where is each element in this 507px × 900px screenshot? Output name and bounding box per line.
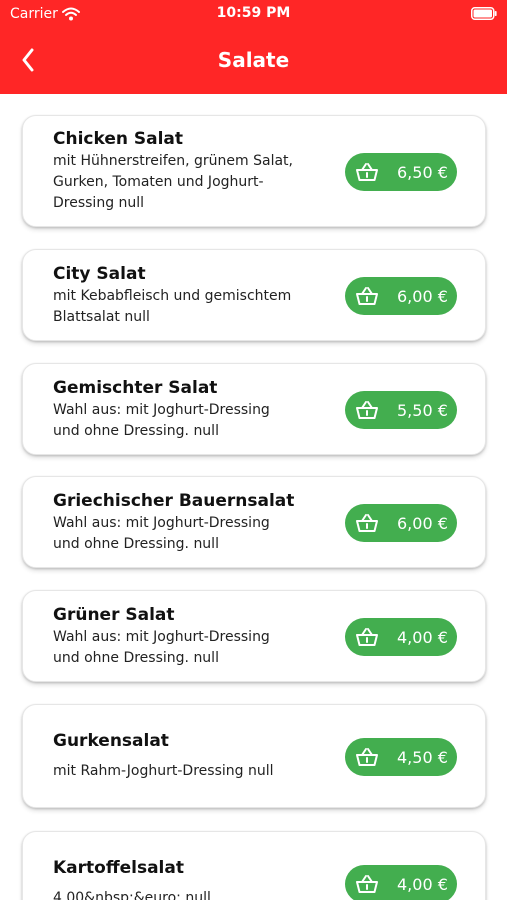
item-price: 5,50 € <box>397 400 448 420</box>
item-price: 6,00 € <box>397 286 448 306</box>
add-to-cart-button[interactable]: 6,50 € <box>345 153 457 191</box>
basket-icon <box>356 401 378 419</box>
add-to-cart-button[interactable]: 4,00 € <box>345 865 457 900</box>
description-line: 4,00&nbsp;&euro; null <box>53 890 211 900</box>
basket-icon <box>356 514 378 532</box>
basket-icon <box>356 748 378 766</box>
item-price: 6,00 € <box>397 513 448 533</box>
status-bar: Carrier 10:59 PM <box>0 0 507 30</box>
item-name: Kartoffelsalat <box>53 858 184 878</box>
item-price: 4,50 € <box>397 747 448 767</box>
item-description: Wahl aus: mit Joghurt-Dressing und ohne … <box>53 627 338 669</box>
add-to-cart-button[interactable]: 5,50 € <box>345 391 457 429</box>
add-to-cart-button[interactable]: 4,00 € <box>345 618 457 656</box>
header: Carrier 10:59 PM Salate <box>0 0 507 94</box>
item-description: mit Kebabfleisch und gemischtem Blattsal… <box>53 286 338 328</box>
description-line: mit Kebabfleisch und gemischtem <box>53 287 292 304</box>
item-name: Gurkensalat <box>53 731 169 751</box>
item-name: Griechischer Bauernsalat <box>53 490 295 511</box>
add-to-cart-button[interactable]: 4,50 € <box>345 738 457 776</box>
item-name: Gemischter Salat <box>53 377 218 398</box>
menu-item-card[interactable]: Gurkensalat mit Rahm-Joghurt-Dressing nu… <box>22 704 486 808</box>
menu-item-text: Kartoffelsalat 4,00&nbsp;&euro; null <box>53 832 338 900</box>
description-line: mit Rahm-Joghurt-Dressing null <box>53 763 274 779</box>
add-to-cart-button[interactable]: 6,00 € <box>345 277 457 315</box>
basket-icon <box>356 628 378 646</box>
description-line: Dressing null <box>53 195 145 211</box>
description-line: Gurken, Tomaten und Joghurt- <box>53 174 264 190</box>
page-title: Salate <box>217 48 290 72</box>
item-price: 4,00 € <box>397 627 448 647</box>
item-name: Chicken Salat <box>53 129 184 149</box>
app-screen: Carrier 10:59 PM Salate Chicken Salat mi… <box>0 0 507 900</box>
menu-item-text: Gurkensalat mit Rahm-Joghurt-Dressing nu… <box>53 705 338 807</box>
description-line: und ohne Dressing. null <box>53 649 219 666</box>
description-line: und ohne Dressing. null <box>53 422 219 439</box>
menu-item-card[interactable]: Chicken Salat mit Hühnerstreifen, grünem… <box>22 115 486 227</box>
item-price: 6,50 € <box>397 162 448 182</box>
menu-item-card[interactable]: City Salat mit Kebabfleisch und gemischt… <box>22 249 486 341</box>
description-line: Wahl aus: mit Joghurt-Dressing <box>53 401 270 418</box>
menu-item-text: Griechischer Bauernsalat Wahl aus: mit J… <box>53 477 338 567</box>
menu-item-card[interactable]: Gemischter Salat Wahl aus: mit Joghurt-D… <box>22 363 486 455</box>
add-to-cart-button[interactable]: 6,00 € <box>345 504 457 542</box>
item-description: 4,00&nbsp;&euro; null <box>53 888 338 900</box>
battery-icon <box>471 7 497 20</box>
menu-item-card[interactable]: Kartoffelsalat 4,00&nbsp;&euro; null 4,0… <box>22 831 486 900</box>
item-description: mit Hühnerstreifen, grünem Salat, Gurken… <box>53 151 338 214</box>
item-name: City Salat <box>53 263 146 284</box>
basket-icon <box>356 163 378 181</box>
description-line: mit Hühnerstreifen, grünem Salat, <box>53 153 293 169</box>
item-description: Wahl aus: mit Joghurt-Dressing und ohne … <box>53 513 338 555</box>
item-name: Grüner Salat <box>53 604 175 625</box>
description-line: Blattsalat null <box>53 308 150 325</box>
item-description: Wahl aus: mit Joghurt-Dressing und ohne … <box>53 400 338 442</box>
salad-list: Chicken Salat mit Hühnerstreifen, grünem… <box>0 94 507 900</box>
basket-icon <box>356 875 378 893</box>
menu-item-text: City Salat mit Kebabfleisch und gemischt… <box>53 250 338 340</box>
basket-icon <box>356 287 378 305</box>
menu-item-card[interactable]: Griechischer Bauernsalat Wahl aus: mit J… <box>22 476 486 568</box>
description-line: Wahl aus: mit Joghurt-Dressing <box>53 628 270 645</box>
menu-item-text: Grüner Salat Wahl aus: mit Joghurt-Dress… <box>53 591 338 681</box>
menu-item-text: Gemischter Salat Wahl aus: mit Joghurt-D… <box>53 364 338 454</box>
item-price: 4,00 € <box>397 874 448 894</box>
description-line: Wahl aus: mit Joghurt-Dressing <box>53 514 270 531</box>
description-line: und ohne Dressing. null <box>53 535 219 552</box>
item-description: mit Rahm-Joghurt-Dressing null <box>53 761 338 782</box>
menu-item-card[interactable]: Grüner Salat Wahl aus: mit Joghurt-Dress… <box>22 590 486 682</box>
nav-bar: Salate <box>0 36 507 86</box>
status-time: 10:59 PM <box>216 5 291 21</box>
menu-item-text: Chicken Salat mit Hühnerstreifen, grünem… <box>53 116 338 226</box>
